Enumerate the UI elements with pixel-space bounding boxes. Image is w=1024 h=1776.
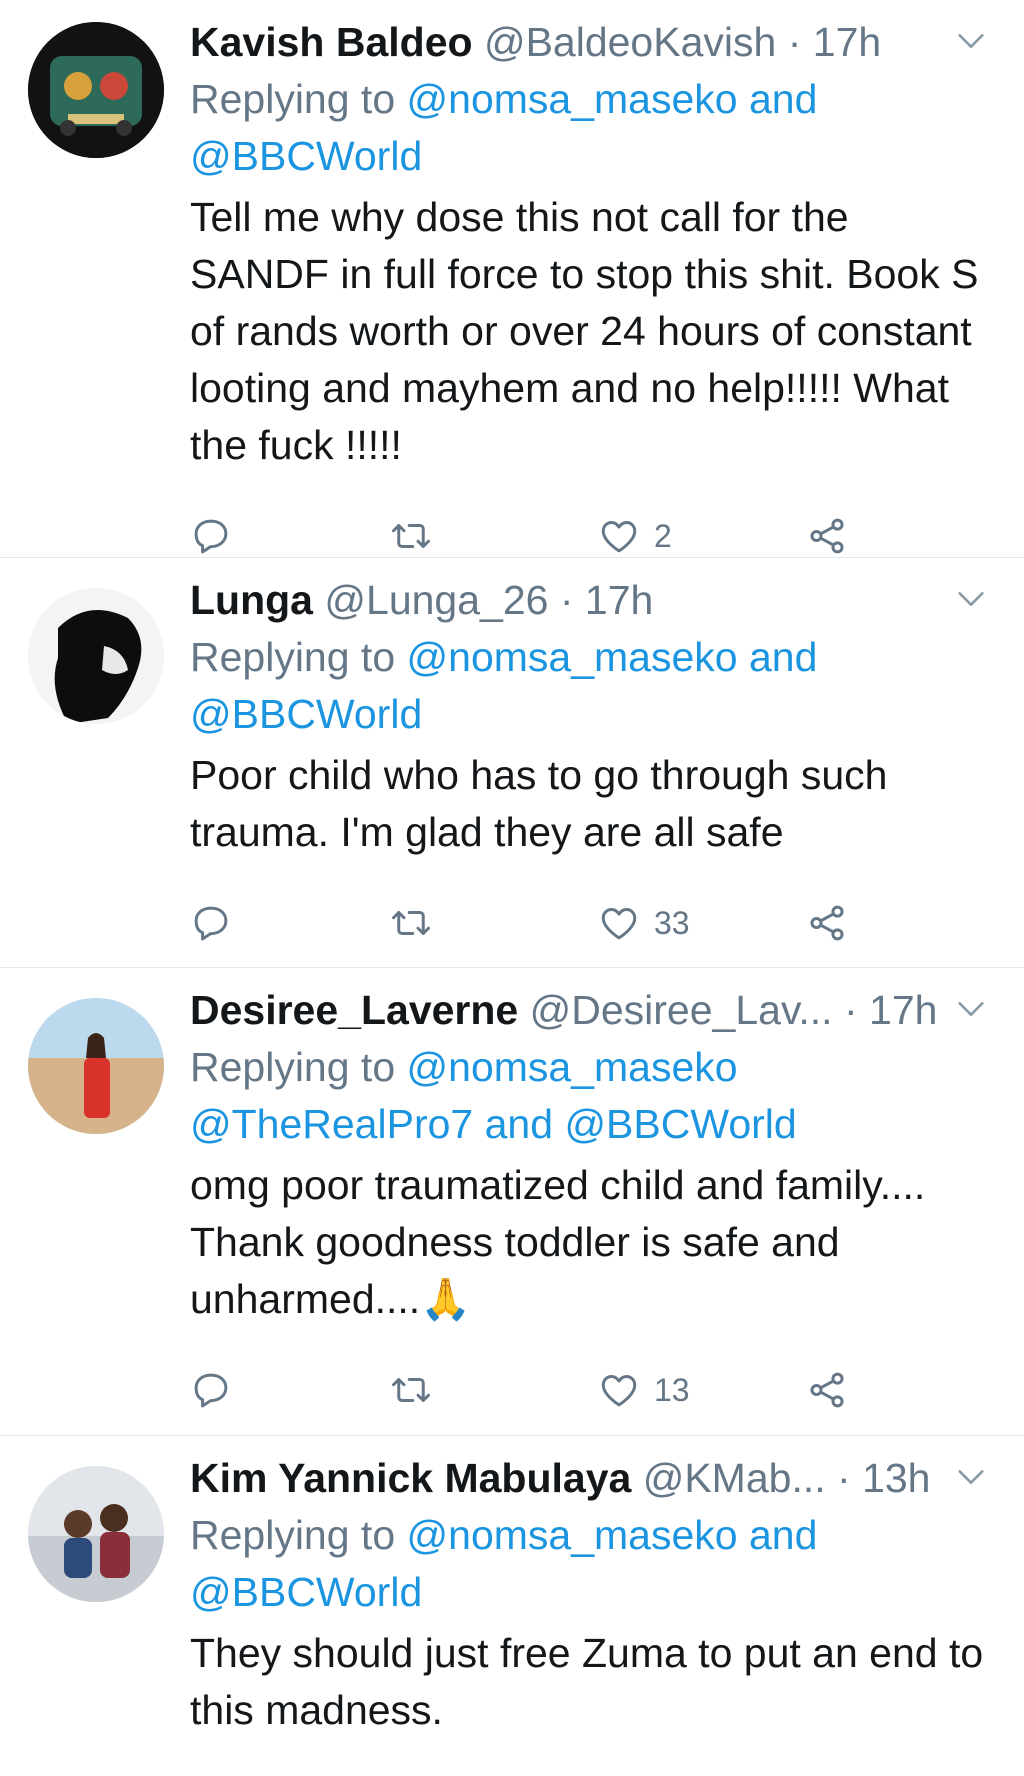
timestamp[interactable]: · 17h <box>844 987 937 1033</box>
avatar[interactable] <box>28 1466 164 1602</box>
heart-icon <box>598 902 640 944</box>
reply-icon <box>190 515 232 557</box>
tweet-text: Tell me why dose this not call for the S… <box>190 194 979 468</box>
tweet[interactable]: Lunga @Lunga_26 · 17h Replying to @nomsa… <box>0 558 1024 968</box>
display-name[interactable]: Desiree_Laverne <box>190 987 518 1033</box>
tweet-actions: 33 <box>190 883 992 963</box>
share-icon <box>806 1369 848 1411</box>
mention-link[interactable]: @nomsa_maseko <box>407 1512 738 1558</box>
reply-icon <box>190 902 232 944</box>
tweet-text: They should just free Zuma to put an end… <box>190 1630 984 1733</box>
mention-link[interactable]: @nomsa_maseko <box>407 634 738 680</box>
share-button[interactable] <box>806 515 848 557</box>
tweet[interactable]: Desiree_Laverne @Desiree_Lav... · 17h Re… <box>0 968 1024 1436</box>
chevron-down-icon[interactable] <box>954 1460 988 1494</box>
reply-button[interactable] <box>190 902 390 944</box>
mention-and: and <box>484 1101 554 1147</box>
user-handle[interactable]: @Desiree_Lav... <box>530 987 833 1033</box>
share-button[interactable] <box>806 1369 848 1411</box>
tweet-actions: 13 <box>190 1350 992 1430</box>
heart-icon <box>598 1369 640 1411</box>
retweet-icon <box>390 902 432 944</box>
chevron-down-icon[interactable] <box>954 582 988 616</box>
replying-to: Replying to @nomsa_maseko and @BBCWorld <box>190 1507 992 1621</box>
mention-and: and <box>748 634 818 680</box>
mention-and: and <box>748 76 818 122</box>
like-button[interactable]: 2 <box>598 508 806 565</box>
timestamp[interactable]: · 17h <box>560 577 653 623</box>
tweet-header: Lunga @Lunga_26 · 17h <box>190 572 992 629</box>
replying-label: Replying to <box>190 1044 396 1090</box>
user-handle[interactable]: @KMab... <box>643 1455 826 1501</box>
avatar[interactable] <box>28 998 164 1134</box>
replying-to: Replying to @nomsa_maseko and @BBCWorld <box>190 629 992 743</box>
mention-link[interactable]: @BBCWorld <box>190 1569 422 1615</box>
replying-to: Replying to @nomsa_maseko @TheRealPro7 a… <box>190 1039 992 1153</box>
like-button[interactable]: 13 <box>598 1362 806 1419</box>
mention-and: and <box>748 1512 818 1558</box>
timestamp[interactable]: · 17h <box>788 19 881 65</box>
tweet-header: Desiree_Laverne @Desiree_Lav... · 17h <box>190 982 992 1039</box>
timestamp[interactable]: · 13h <box>837 1455 930 1501</box>
tweet-header: Kavish Baldeo @BaldeoKavish · 17h <box>190 14 992 71</box>
user-handle[interactable]: @Lunga_26 <box>324 577 548 623</box>
like-count: 33 <box>654 904 690 941</box>
share-icon <box>806 515 848 557</box>
mention-link[interactable]: @BBCWorld <box>190 133 422 179</box>
tweet-text: omg poor traumatized child and family...… <box>190 1162 926 1322</box>
retweet-icon <box>390 515 432 557</box>
display-name[interactable]: Kim Yannick Mabulaya <box>190 1455 631 1501</box>
replying-label: Replying to <box>190 76 396 122</box>
avatar[interactable] <box>28 22 164 158</box>
reply-icon <box>190 1369 232 1411</box>
tweet[interactable]: Kim Yannick Mabulaya @KMab... · 13h Repl… <box>0 1436 1024 1739</box>
replying-to: Replying to @nomsa_maseko and @BBCWorld <box>190 71 992 185</box>
chevron-down-icon[interactable] <box>954 24 988 58</box>
avatar[interactable] <box>28 588 164 724</box>
tweet-header: Kim Yannick Mabulaya @KMab... · 13h <box>190 1450 992 1507</box>
retweet-button[interactable] <box>390 515 598 557</box>
share-icon <box>806 902 848 944</box>
mention-link[interactable]: @nomsa_maseko <box>407 1044 738 1090</box>
like-button[interactable]: 33 <box>598 895 806 952</box>
mention-link[interactable]: @TheRealPro7 <box>190 1101 473 1147</box>
tweet[interactable]: Kavish Baldeo @BaldeoKavish · 17h Replyi… <box>0 0 1024 558</box>
display-name[interactable]: Kavish Baldeo <box>190 19 473 65</box>
mention-link[interactable]: @nomsa_maseko <box>407 76 738 122</box>
mention-link[interactable]: @BBCWorld <box>190 691 422 737</box>
like-count: 13 <box>654 1371 690 1408</box>
heart-icon <box>598 515 640 557</box>
reply-button[interactable] <box>190 515 390 557</box>
replying-label: Replying to <box>190 1512 396 1558</box>
retweet-button[interactable] <box>390 902 598 944</box>
chevron-down-icon[interactable] <box>954 992 988 1026</box>
like-count: 2 <box>654 517 672 554</box>
mention-link[interactable]: @BBCWorld <box>564 1101 796 1147</box>
retweet-button[interactable] <box>390 1369 598 1411</box>
share-button[interactable] <box>806 902 848 944</box>
replying-label: Replying to <box>190 634 396 680</box>
retweet-icon <box>390 1369 432 1411</box>
tweet-text: Poor child who has to go through such tr… <box>190 752 888 855</box>
user-handle[interactable]: @BaldeoKavish <box>484 19 776 65</box>
display-name[interactable]: Lunga <box>190 577 313 623</box>
reply-button[interactable] <box>190 1369 390 1411</box>
